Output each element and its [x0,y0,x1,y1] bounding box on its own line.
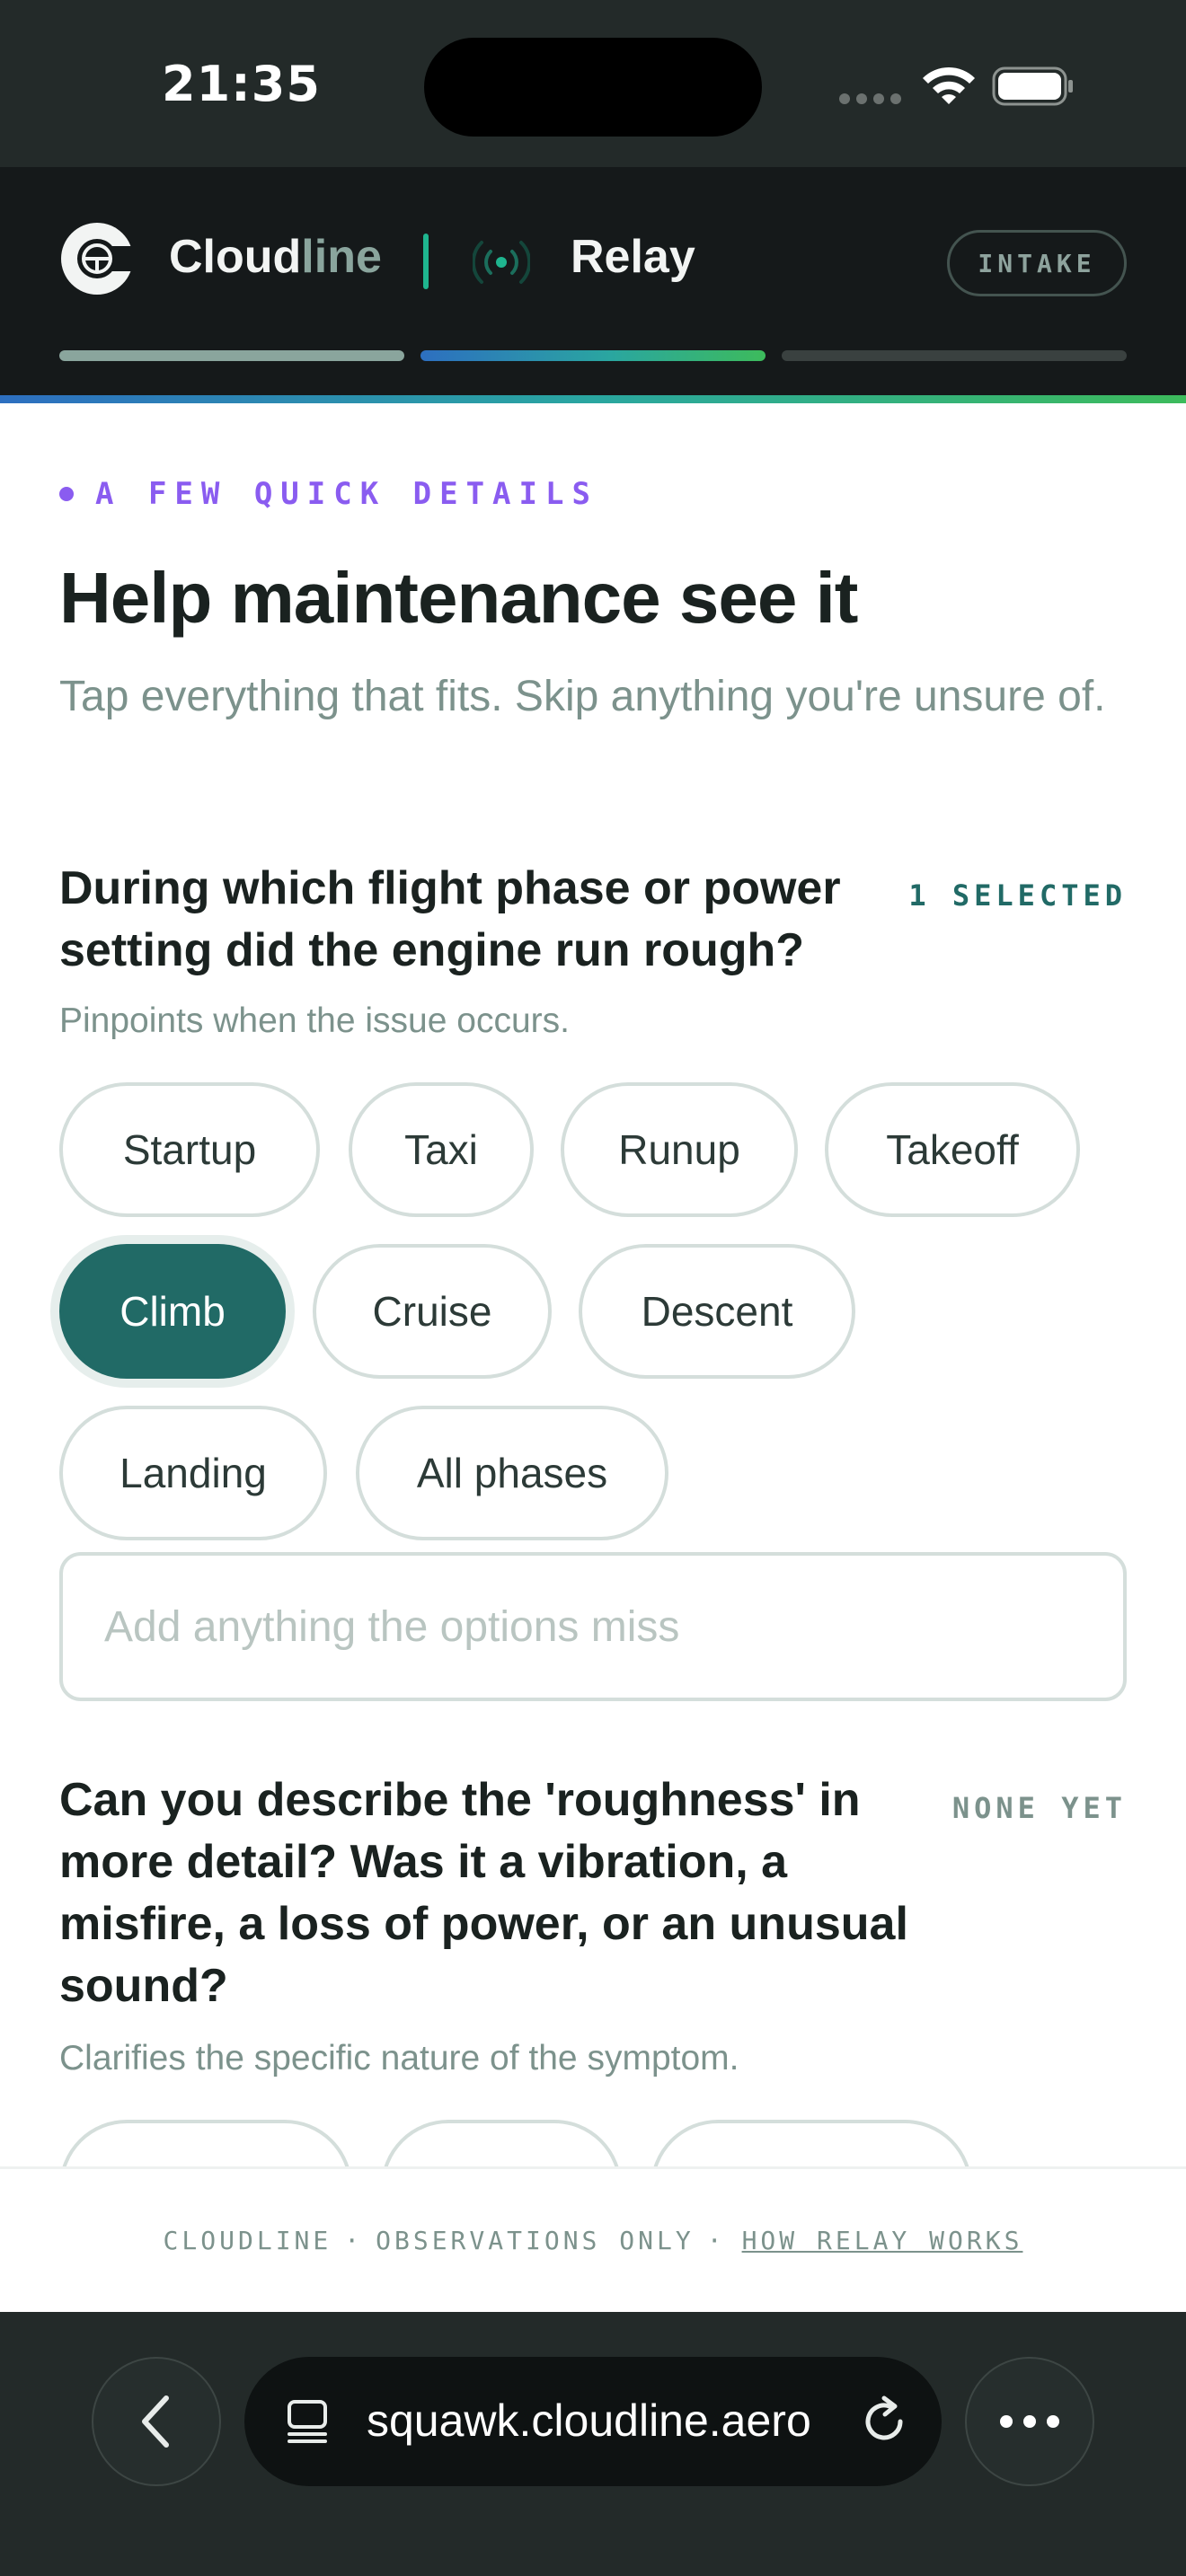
footer-separator: · [706,2226,726,2255]
option-startup[interactable]: Startup [59,1082,320,1217]
broadcast-icon [473,241,530,284]
question-1-title: During which flight phase or power setti… [59,862,841,976]
question-1-help: Pinpoints when the issue occurs. [59,1001,570,1040]
question-1-count: 1 SELECTED [908,878,1127,913]
option-takeoff[interactable]: Takeoff [825,1082,1080,1217]
page-settings-icon[interactable] [282,2396,332,2447]
page-footer: CLOUDLINE · OBSERVATIONS ONLY · HOW RELA… [0,2166,1186,2312]
product-name: Relay [571,231,695,283]
more-button[interactable] [965,2357,1094,2486]
header-accent-line [0,395,1186,403]
brand-divider [423,234,429,289]
question-2-help: Clarifies the specific nature of the sym… [59,2039,739,2078]
browser-toolbar: squawk.cloudline.aero [0,2312,1186,2576]
more-dots-icon [1000,2415,1059,2428]
dynamic-island [424,38,762,137]
how-relay-works-link[interactable]: HOW RELAY WORKS [742,2226,1023,2255]
eyebrow-dot [59,487,74,501]
other-details-input[interactable]: Add anything the options miss [59,1552,1127,1701]
wifi-icon [923,66,975,104]
footer-note: OBSERVATIONS ONLY [376,2226,695,2255]
progress-step-1 [59,350,404,361]
option-all-phases[interactable]: All phases [356,1406,668,1540]
reload-icon[interactable] [857,2395,911,2448]
page-title: Help maintenance see it [59,558,858,638]
page-description: Tap everything that fits. Skip anything … [59,673,1106,720]
section-eyebrow: A FEW QUICK DETAILS [59,476,598,512]
footer-separator: · [344,2226,364,2255]
option-climb[interactable]: Climb [59,1244,286,1379]
back-button[interactable] [92,2357,221,2486]
question-2-title: Can you describe the 'roughness' in more… [59,1774,908,2012]
app-header: Cloudline Relay INTAKE [0,167,1186,395]
status-time: 21:35 [162,56,321,112]
footer-brand: CLOUDLINE [163,2226,332,2255]
status-bar: 21:35 [0,0,1186,167]
option-taxi[interactable]: Taxi [349,1082,534,1217]
option-runup[interactable]: Runup [561,1082,798,1217]
brand-name: Cloudline [169,231,382,283]
cloudline-logo-icon[interactable] [59,221,135,296]
option-descent[interactable]: Descent [579,1244,855,1379]
intake-button[interactable]: INTAKE [947,230,1127,296]
signal-icon [839,93,902,104]
chevron-left-icon [142,2395,169,2448]
battery-icon [992,66,1073,106]
option-landing[interactable]: Landing [59,1406,327,1540]
question-2-count: NONE YET [951,1791,1127,1825]
url-text[interactable]: squawk.cloudline.aero [367,2395,811,2447]
progress-step-3 [782,350,1127,361]
address-bar[interactable]: squawk.cloudline.aero [244,2357,942,2486]
progress-step-2 [420,350,766,361]
option-cruise[interactable]: Cruise [313,1244,552,1379]
